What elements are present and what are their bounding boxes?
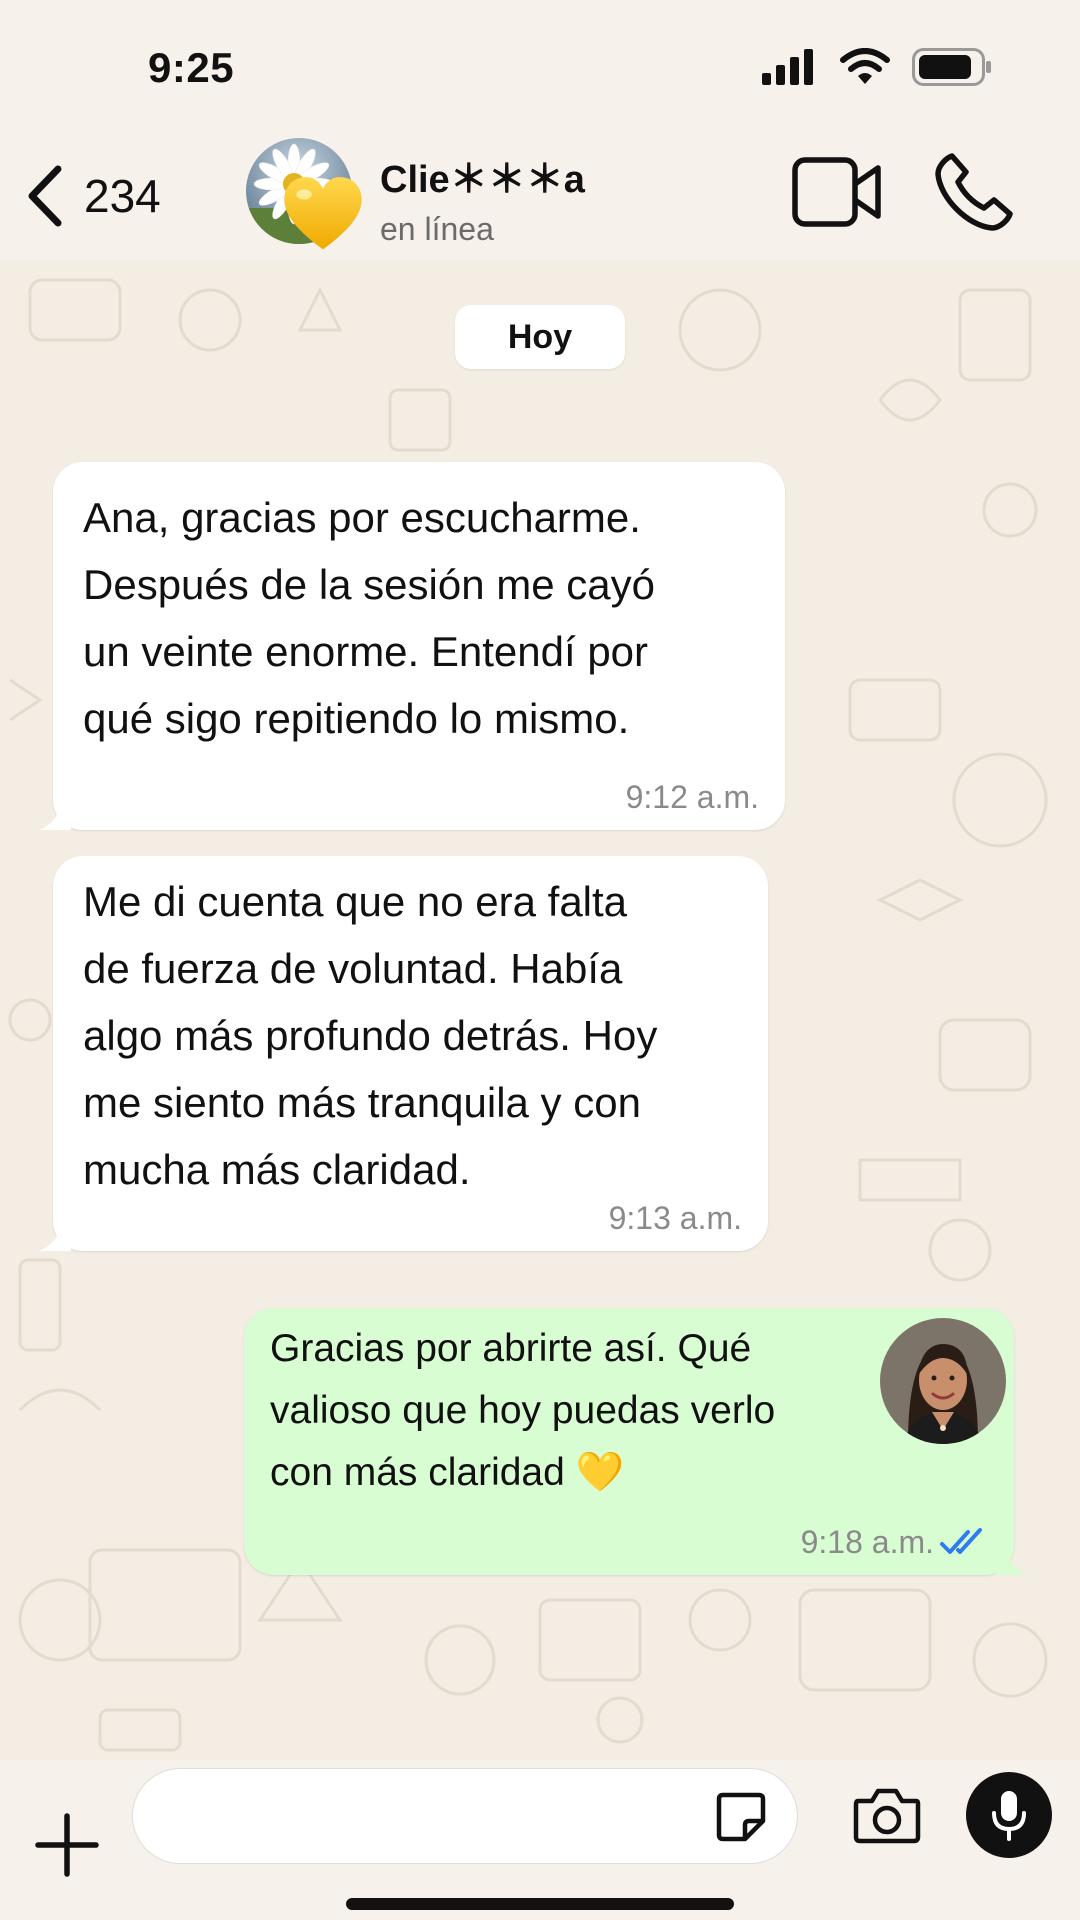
double-check-read-icon: [940, 1527, 982, 1554]
yellow-heart-icon: [284, 177, 362, 250]
message-time: 9:18 a.m.: [800, 1524, 934, 1560]
plus-icon[interactable]: [32, 1810, 102, 1880]
message-text: Ana, gracias por escucharme. Después de …: [83, 484, 773, 752]
message-line: Ana, gracias por escucharme.: [83, 494, 641, 541]
message-timestamp: 9:13 a.m.: [608, 1200, 742, 1236]
contact-name: Clie＊＊＊a: [380, 159, 585, 201]
message-timestamp: 9:18 a.m.: [801, 1524, 990, 1561]
message-line: algo más profundo detrás. Hoy: [83, 1012, 658, 1059]
date-chip: Hoy: [455, 305, 625, 369]
message-line: mucha más claridad.: [83, 1146, 471, 1193]
video-camera-icon[interactable]: [792, 154, 882, 230]
message-line: Gracias por abrirte así. Qué: [270, 1327, 752, 1370]
sticker-icon[interactable]: [713, 1789, 769, 1845]
bubble-tail: [39, 800, 71, 830]
microphone-button[interactable]: [966, 1772, 1052, 1858]
cellular-signal-icon: [762, 49, 813, 85]
home-indicator: [346, 1898, 734, 1910]
message-line: Después de la sesión me cayó: [83, 561, 655, 608]
contact-info[interactable]: Clie＊＊＊a en línea: [380, 148, 585, 248]
message-line: valioso que hoy puedas verlo: [270, 1389, 776, 1432]
bubble-tail: [39, 1221, 71, 1251]
message-line: Me di cuenta que no era falta: [83, 878, 628, 925]
woman-portrait-icon: [880, 1318, 1006, 1444]
message-line: con más claridad 💛: [270, 1451, 625, 1494]
status-time: 9:25: [148, 44, 235, 91]
microphone-icon: [992, 1791, 1026, 1841]
outgoing-message[interactable]: Gracias por abrirte así. Qué valioso que…: [244, 1308, 1028, 1575]
camera-icon[interactable]: [852, 1785, 922, 1845]
message-line: un veinte enorme. Entendí por: [83, 628, 649, 675]
phone-icon[interactable]: [932, 150, 1016, 234]
message-input-box[interactable]: [132, 1768, 798, 1864]
message-line: me siento más tranquila y con: [83, 1079, 641, 1126]
unread-count: 234: [84, 170, 161, 222]
incoming-message[interactable]: Me di cuenta que no era falta de fuerza …: [39, 856, 768, 1251]
message-text: Gracias por abrirte así. Qué valioso que…: [270, 1318, 870, 1504]
message-timestamp: 9:12 a.m.: [625, 779, 759, 815]
call-buttons: [792, 150, 1016, 234]
chat-area[interactable]: Hoy Ana, gracias por escucharme. Después…: [0, 260, 1080, 1760]
battery-icon: [912, 48, 991, 86]
message-input[interactable]: [163, 1769, 687, 1861]
back-button[interactable]: 234: [24, 154, 194, 238]
wifi-icon: [840, 48, 890, 84]
chat-header: 234 Clie＊＊＊a en línea: [0, 130, 1080, 260]
message-text: Me di cuenta que no era falta de fuerza …: [83, 868, 753, 1203]
contact-status: en línea: [380, 211, 494, 247]
input-bar: [0, 1760, 1080, 1920]
status-icons: [762, 48, 992, 86]
bubble-tail: [996, 1545, 1028, 1575]
sender-profile-photo[interactable]: [880, 1318, 1006, 1444]
message-line: de fuerza de voluntad. Había: [83, 945, 623, 992]
message-line: qué sigo repitiendo lo mismo.: [83, 695, 630, 742]
contact-avatar[interactable]: [246, 138, 362, 250]
incoming-message[interactable]: Ana, gracias por escucharme. Después de …: [39, 462, 785, 830]
chevron-left-icon: [28, 165, 62, 227]
status-bar: 9:25: [0, 0, 1080, 130]
